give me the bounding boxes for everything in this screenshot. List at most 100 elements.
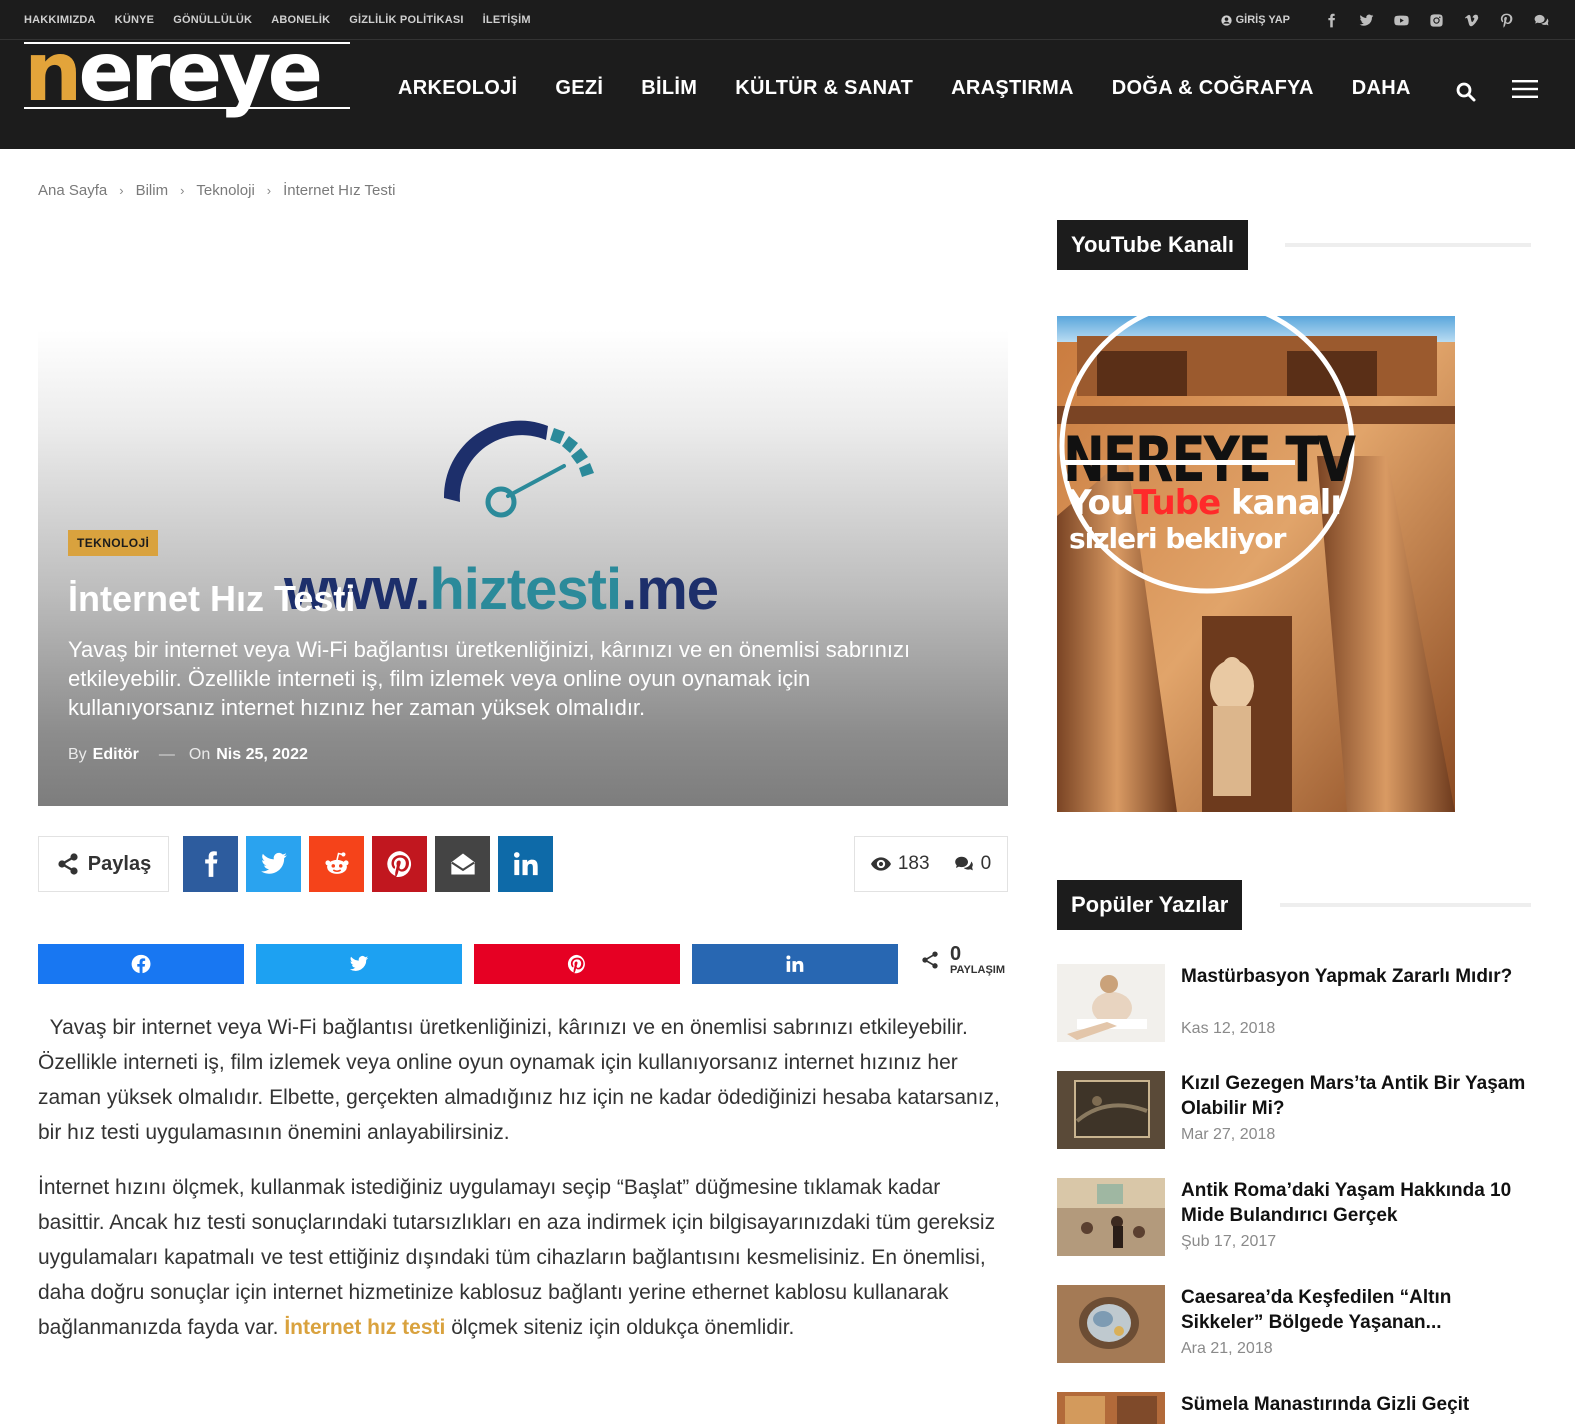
top-link-privacy[interactable]: GİZLİLİK POLİTİKASI <box>349 14 463 26</box>
nav-more[interactable]: DAHA <box>1352 77 1411 100</box>
by-label: By <box>68 746 87 763</box>
article-stats: 183 0 <box>854 836 1008 892</box>
popular-post-date: Mar 27, 2018 <box>1181 1126 1276 1143</box>
breadcrumb-current: İnternet Hız Testi <box>283 182 396 199</box>
popular-post-title[interactable]: Mastürbasyon Yapmak Zararlı Mıdır? <box>1181 964 1531 989</box>
twitter-icon[interactable] <box>1359 13 1374 28</box>
email-icon <box>450 853 475 875</box>
youtube-icon[interactable] <box>1394 13 1409 28</box>
comments-icon[interactable] <box>1534 13 1549 28</box>
share-total-label: PAYLAŞIM <box>950 964 1006 976</box>
sidebar-youtube-heading: YouTube Kanalı <box>1057 220 1248 270</box>
popular-post[interactable]: Mastürbasyon Yapmak Zararlı Mıdır? Kas 1… <box>1057 964 1537 1044</box>
twitter-icon <box>260 852 287 874</box>
post-thumbnail <box>1057 964 1165 1042</box>
top-link-about[interactable]: HAKKIMIZDA <box>24 14 96 26</box>
top-link-volunteer[interactable]: GÖNÜLLÜLÜK <box>173 14 252 26</box>
share-facebook-button[interactable] <box>183 836 238 892</box>
search-icon[interactable] <box>1456 82 1476 102</box>
article-subtitle: Yavaş bir internet veya Wi-Fi bağlantısı… <box>68 637 911 720</box>
hamburger-menu-icon[interactable] <box>1512 80 1538 98</box>
top-right: GİRİŞ YAP <box>1220 0 1549 40</box>
facebook-icon <box>204 851 217 877</box>
post-thumbnail <box>1057 1285 1165 1363</box>
reddit-icon <box>324 852 349 874</box>
top-link-kunye[interactable]: KÜNYE <box>115 14 155 26</box>
share-reddit-button[interactable] <box>309 836 364 892</box>
share-bar-secondary <box>38 944 898 984</box>
page-title: İnternet Hız Testi <box>68 578 356 619</box>
speed-test-link[interactable]: İnternet hız testi <box>284 1316 445 1339</box>
login-link[interactable]: GİRİŞ YAP <box>1220 14 1290 26</box>
hero-featured-image: www.hiztesti.me TEKNOLOJİ İnternet Hız T… <box>38 330 1008 806</box>
yt-banner-line3: sizleri bekliyor <box>1069 522 1287 555</box>
share-label-box: Paylaş <box>38 836 169 892</box>
linkedin-icon <box>786 955 804 972</box>
breadcrumb-science[interactable]: Bilim <box>136 182 169 199</box>
top-link-subscription[interactable]: ABONELİK <box>271 14 330 26</box>
top-bar: HAKKIMIZDA KÜNYE GÖNÜLLÜLÜK ABONELİK GİZ… <box>0 0 1575 40</box>
post-thumbnail <box>1057 1392 1165 1424</box>
breadcrumb-home[interactable]: Ana Sayfa <box>38 182 107 199</box>
share2-facebook-button[interactable] <box>38 944 244 984</box>
top-link-contact[interactable]: İLETİŞİM <box>483 14 531 26</box>
speedometer-icon <box>443 420 594 518</box>
author-link[interactable]: Editör <box>93 746 139 764</box>
instagram-icon[interactable] <box>1429 13 1444 28</box>
user-icon <box>1220 14 1232 26</box>
nav-culture-art[interactable]: KÜLTÜR & SANAT <box>735 77 913 100</box>
sidebar-popular-heading: Popüler Yazılar <box>1057 880 1243 930</box>
nav-science[interactable]: BİLİM <box>641 77 697 100</box>
nav-research[interactable]: ARAŞTIRMA <box>951 77 1074 100</box>
share-icon <box>922 951 938 969</box>
comments-count[interactable]: 0 <box>954 853 991 875</box>
article-meta: By Editör — On Nis 25, 2022 <box>68 746 308 764</box>
svg-text:nereye: nereye <box>24 40 320 120</box>
chevron-right-icon: › <box>180 183 185 198</box>
top-links: HAKKIMIZDA KÜNYE GÖNÜLLÜLÜK ABONELİK GİZ… <box>24 0 531 40</box>
article-body: Yavaş bir internet veya Wi-Fi bağlantısı… <box>38 1010 1008 1365</box>
share-bar: Paylaş <box>38 836 553 892</box>
popular-post[interactable]: Caesarea’da Keşfedilen “Altın Sikkeler” … <box>1057 1285 1537 1365</box>
nav-travel[interactable]: GEZİ <box>555 77 603 100</box>
vimeo-icon[interactable] <box>1464 13 1479 28</box>
popular-post[interactable]: Antik Roma’daki Yaşam Hakkında 10 Mide B… <box>1057 1178 1537 1258</box>
share-total-count: 0 <box>950 943 962 965</box>
share-pinterest-button[interactable] <box>372 836 427 892</box>
popular-post[interactable]: Kızıl Gezegen Mars’ta Antik Bir Yaşam Ol… <box>1057 1071 1537 1151</box>
article-paragraph: Yavaş bir internet veya Wi-Fi bağlantısı… <box>38 1016 1006 1144</box>
share2-pinterest-button[interactable] <box>474 944 680 984</box>
article-paragraph: İnternet hızını ölçmek, kullanmak istedi… <box>38 1176 996 1339</box>
popular-post-title[interactable]: Sümela Manastırında Gizli Geçit <box>1181 1392 1531 1417</box>
popular-post[interactable]: Sümela Manastırında Gizli Geçit <box>1057 1392 1537 1424</box>
share2-linkedin-button[interactable] <box>692 944 898 984</box>
popular-post-date: Ara 21, 2018 <box>1181 1340 1273 1357</box>
share2-twitter-button[interactable] <box>256 944 462 984</box>
share-email-button[interactable] <box>435 836 490 892</box>
share-twitter-button[interactable] <box>246 836 301 892</box>
category-badge[interactable]: TEKNOLOJİ <box>68 530 159 556</box>
eye-icon <box>870 857 891 871</box>
site-logo[interactable]: nereye <box>24 40 352 136</box>
share-label: Paylaş <box>87 852 152 875</box>
meta-separator: — <box>158 746 175 763</box>
breadcrumb-technology[interactable]: Teknoloji <box>196 182 254 199</box>
popular-post-date: Kas 12, 2018 <box>1181 1020 1276 1037</box>
pinterest-icon[interactable] <box>1499 13 1514 28</box>
heading-divider <box>1285 243 1531 247</box>
share-linkedin-button[interactable] <box>498 836 553 892</box>
nav-nature-geography[interactable]: DOĞA & COĞRAFYA <box>1112 77 1314 100</box>
popular-post-title[interactable]: Caesarea’da Keşfedilen “Altın Sikkeler” … <box>1181 1285 1531 1335</box>
share-icon <box>58 853 78 875</box>
main-header: nereye ARKEOLOJİ GEZİ BİLİM KÜLTÜR & SAN… <box>0 40 1575 149</box>
popular-post-title[interactable]: Kızıl Gezegen Mars’ta Antik Bir Yaşam Ol… <box>1181 1071 1531 1121</box>
chevron-right-icon: › <box>119 183 124 198</box>
facebook-icon[interactable] <box>1324 13 1339 28</box>
on-label: On <box>188 746 211 763</box>
nav-archaeology[interactable]: ARKEOLOJİ <box>398 77 517 100</box>
publish-date: Nis 25, 2022 <box>216 746 308 763</box>
login-label: GİRİŞ YAP <box>1235 14 1290 26</box>
popular-post-title[interactable]: Antik Roma’daki Yaşam Hakkında 10 Mide B… <box>1181 1178 1531 1228</box>
comments-icon <box>954 856 973 871</box>
youtube-channel-banner[interactable]: NEREYE TV YouTube kanalı sizleri bekliyo… <box>1057 316 1455 812</box>
